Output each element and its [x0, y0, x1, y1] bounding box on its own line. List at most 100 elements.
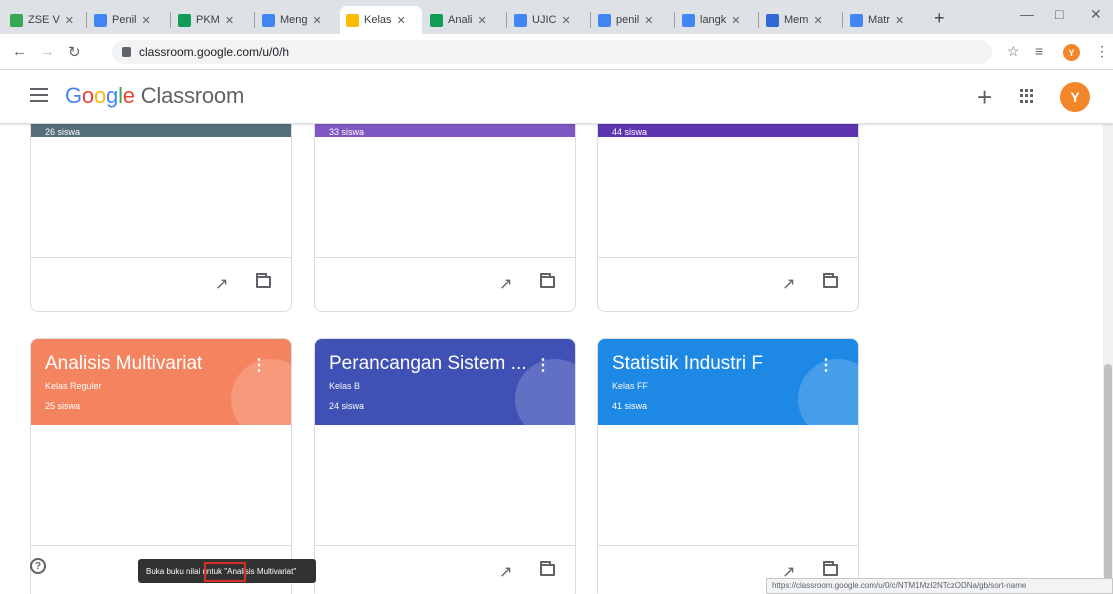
browser-tab[interactable]: Matr ✕ [844, 6, 926, 34]
tab-close-icon[interactable]: ✕ [65, 14, 74, 27]
app-logo[interactable]: Google Classroom [65, 83, 244, 109]
tab-favicon-icon [178, 13, 191, 27]
folder-icon[interactable] [256, 273, 271, 288]
screen: + — □ ✕ ZSE V ✕ Penil ✕ PKM ✕ Meng ✕ Kelas ✕ Anali… [0, 0, 1113, 594]
class-card-grid: 26 siswa ↗ 33 siswa ↗ 44 siswa ↗ Analisis Mult… [0, 124, 1103, 594]
card-student-count: 25 siswa [45, 401, 81, 411]
browser-profile-avatar[interactable]: Y [1063, 44, 1080, 61]
tab-close-icon[interactable]: ✕ [644, 14, 653, 27]
browser-tab[interactable]: Meng ✕ [256, 6, 338, 34]
url-text: classroom.google.com/u/0/h [139, 45, 290, 59]
help-icon[interactable]: ? [30, 558, 46, 574]
browser-tab-strip: + — □ ✕ ZSE V ✕ Penil ✕ PKM ✕ Meng ✕ Kelas ✕ Anali… [0, 0, 1113, 34]
card-student-count: 41 siswa [612, 401, 648, 411]
classroom-header: Google Classroom + Y [0, 70, 1113, 124]
tab-close-icon[interactable]: ✕ [313, 14, 322, 27]
folder-icon[interactable] [540, 273, 555, 288]
gradebook-trend-icon[interactable]: ↗ [215, 274, 228, 294]
tab-label: Penil [112, 14, 137, 26]
reload-icon[interactable]: ↻ [68, 43, 81, 61]
tab-close-icon[interactable]: ✕ [561, 14, 570, 27]
tab-label: penil [616, 14, 640, 26]
browser-tab[interactable]: Anali ✕ [424, 6, 506, 34]
tab-separator [254, 12, 255, 28]
tab-label: UJIC [532, 14, 557, 26]
browser-tab[interactable]: ZSE V ✕ [4, 6, 86, 34]
gradebook-trend-icon[interactable]: ↗ [499, 562, 512, 582]
tab-favicon-icon [430, 13, 443, 27]
card-banner[interactable]: Perancangan Sistem ... Kelas B 24 siswa ⋮ [315, 339, 575, 425]
bookmark-star-icon[interactable]: ☆ [1007, 43, 1020, 60]
tab-close-icon[interactable]: ✕ [895, 14, 904, 27]
address-bar[interactable]: classroom.google.com/u/0/h [112, 40, 992, 64]
tab-label: Matr [868, 14, 890, 26]
tab-separator [590, 12, 591, 28]
maximize-icon[interactable]: □ [1055, 6, 1063, 22]
card-student-count: 33 siswa [329, 127, 365, 137]
account-avatar[interactable]: Y [1060, 82, 1090, 112]
card-student-count: 24 siswa [329, 401, 365, 411]
card-title[interactable]: Analisis Multivariat [45, 353, 202, 375]
card-footer: ↗ [315, 545, 575, 594]
gradebook-trend-icon[interactable]: ↗ [782, 274, 795, 294]
card-title[interactable]: Perancangan Sistem ... [329, 353, 527, 375]
add-class-button[interactable]: + [977, 82, 992, 113]
tab-label: Mem [784, 14, 809, 26]
apps-grid-icon[interactable] [1020, 89, 1034, 103]
card-banner: 33 siswa [315, 124, 575, 137]
folder-icon[interactable] [823, 273, 838, 288]
class-card[interactable]: Analisis Multivariat Kelas Reguler 25 sisw… [30, 338, 292, 594]
card-body [31, 425, 291, 545]
class-card[interactable]: 33 siswa ↗ [314, 124, 576, 312]
browser-tab[interactable]: UJIC ✕ [508, 6, 590, 34]
card-banner: 26 siswa [31, 124, 291, 137]
tab-favicon-icon [682, 13, 695, 27]
tab-close-icon[interactable]: ✕ [477, 14, 486, 27]
tab-label: PKM [196, 14, 220, 26]
tab-close-icon[interactable]: ✕ [397, 14, 406, 27]
class-card[interactable]: 26 siswa ↗ [30, 124, 292, 312]
browser-tab[interactable]: penil ✕ [592, 6, 674, 34]
class-card[interactable]: 44 siswa ↗ [597, 124, 859, 312]
class-card[interactable]: Perancangan Sistem ... Kelas B 24 siswa ⋮ ↗ [314, 338, 576, 594]
tab-favicon-icon [850, 13, 863, 27]
card-title[interactable]: Statistik Industri F [612, 353, 763, 375]
forward-icon[interactable]: → [40, 43, 55, 60]
browser-tab[interactable]: PKM ✕ [172, 6, 254, 34]
folder-icon[interactable] [823, 561, 838, 576]
card-banner: 44 siswa [598, 124, 858, 137]
card-section: Kelas B [329, 381, 361, 391]
tab-close-icon[interactable]: ✕ [225, 14, 234, 27]
folder-icon[interactable] [540, 561, 555, 576]
browser-tab[interactable]: Kelas ✕ [340, 6, 422, 34]
new-tab-button[interactable]: + [934, 8, 945, 29]
card-banner[interactable]: Statistik Industri F Kelas FF 41 siswa ⋮ [598, 339, 858, 425]
class-card[interactable]: Statistik Industri F Kelas FF 41 siswa ⋮ ↗ [597, 338, 859, 594]
main-menu-icon[interactable] [30, 88, 48, 102]
tab-label: Kelas [364, 14, 392, 26]
card-footer: ↗ [315, 257, 575, 311]
tab-label: Meng [280, 14, 308, 26]
card-body [598, 425, 858, 545]
scrollbar-thumb[interactable] [1104, 364, 1112, 594]
back-icon[interactable]: ← [12, 43, 27, 60]
card-student-count: 26 siswa [45, 127, 81, 137]
minimize-icon[interactable]: — [1020, 6, 1034, 22]
tab-close-icon[interactable]: ✕ [141, 14, 150, 27]
browser-tab[interactable]: langk ✕ [676, 6, 758, 34]
browser-tab[interactable]: Mem ✕ [760, 6, 842, 34]
close-window-icon[interactable]: ✕ [1090, 6, 1102, 23]
gradebook-trend-icon[interactable]: ↗ [499, 274, 512, 294]
page-scrollbar[interactable] [1103, 124, 1113, 594]
card-banner[interactable]: Analisis Multivariat Kelas Reguler 25 sisw… [31, 339, 291, 425]
browser-menu-icon[interactable]: ⋮ [1095, 43, 1109, 60]
link-status-bar: https://classroom.google.com/u/0/c/NTM1M… [766, 578, 1113, 594]
tab-favicon-icon [598, 13, 611, 27]
reading-list-icon[interactable]: ≡ [1035, 43, 1043, 59]
banner-illustration [798, 359, 858, 425]
card-footer: ↗ [598, 257, 858, 311]
tab-favicon-icon [10, 13, 23, 27]
tab-close-icon[interactable]: ✕ [731, 14, 740, 27]
tab-close-icon[interactable]: ✕ [813, 14, 822, 27]
browser-tab[interactable]: Penil ✕ [88, 6, 170, 34]
